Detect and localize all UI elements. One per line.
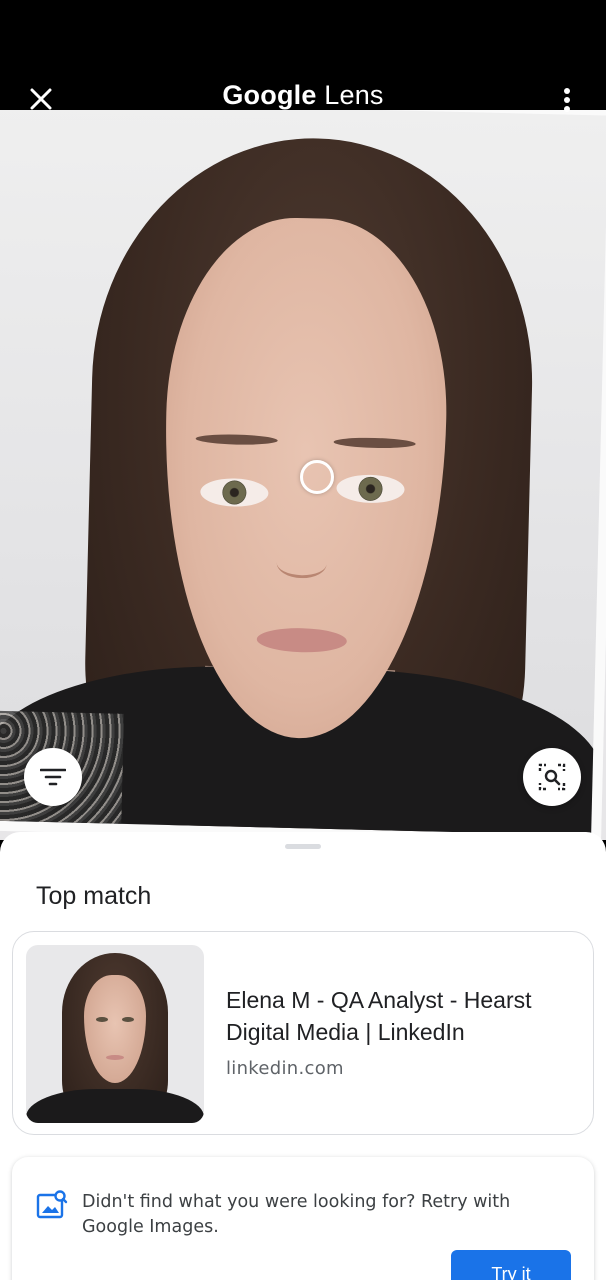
select-region-button[interactable] <box>523 748 581 806</box>
more-vert-icon <box>564 88 570 112</box>
app-title: Google Lens <box>0 80 606 111</box>
image-search-icon <box>538 763 566 791</box>
try-it-button[interactable]: Try it <box>451 1250 571 1280</box>
top-match-card[interactable]: Elena M - QA Analyst - Hearst Digital Me… <box>12 931 594 1135</box>
more-options-button[interactable] <box>554 82 580 118</box>
focus-point[interactable] <box>300 460 334 494</box>
result-source: linkedin.com <box>226 1058 344 1079</box>
section-title: Top match <box>36 882 152 910</box>
drag-handle[interactable] <box>285 844 321 849</box>
retry-card: Didn't find what you were looking for? R… <box>12 1157 594 1280</box>
app-title-brand: Google <box>222 80 317 110</box>
retry-message: Didn't find what you were looking for? R… <box>82 1192 511 1237</box>
result-title[interactable]: Elena M - QA Analyst - Hearst Digital Me… <box>226 984 576 1048</box>
filter-button[interactable] <box>24 748 82 806</box>
filter-icon <box>40 768 66 786</box>
top-bar: Google Lens <box>0 0 606 112</box>
app-title-product: Lens <box>324 80 384 110</box>
results-sheet[interactable]: Top match Elena M - QA Analyst - Hearst … <box>0 832 606 1280</box>
image-search-retry-icon <box>36 1190 68 1219</box>
result-thumbnail <box>26 945 204 1123</box>
